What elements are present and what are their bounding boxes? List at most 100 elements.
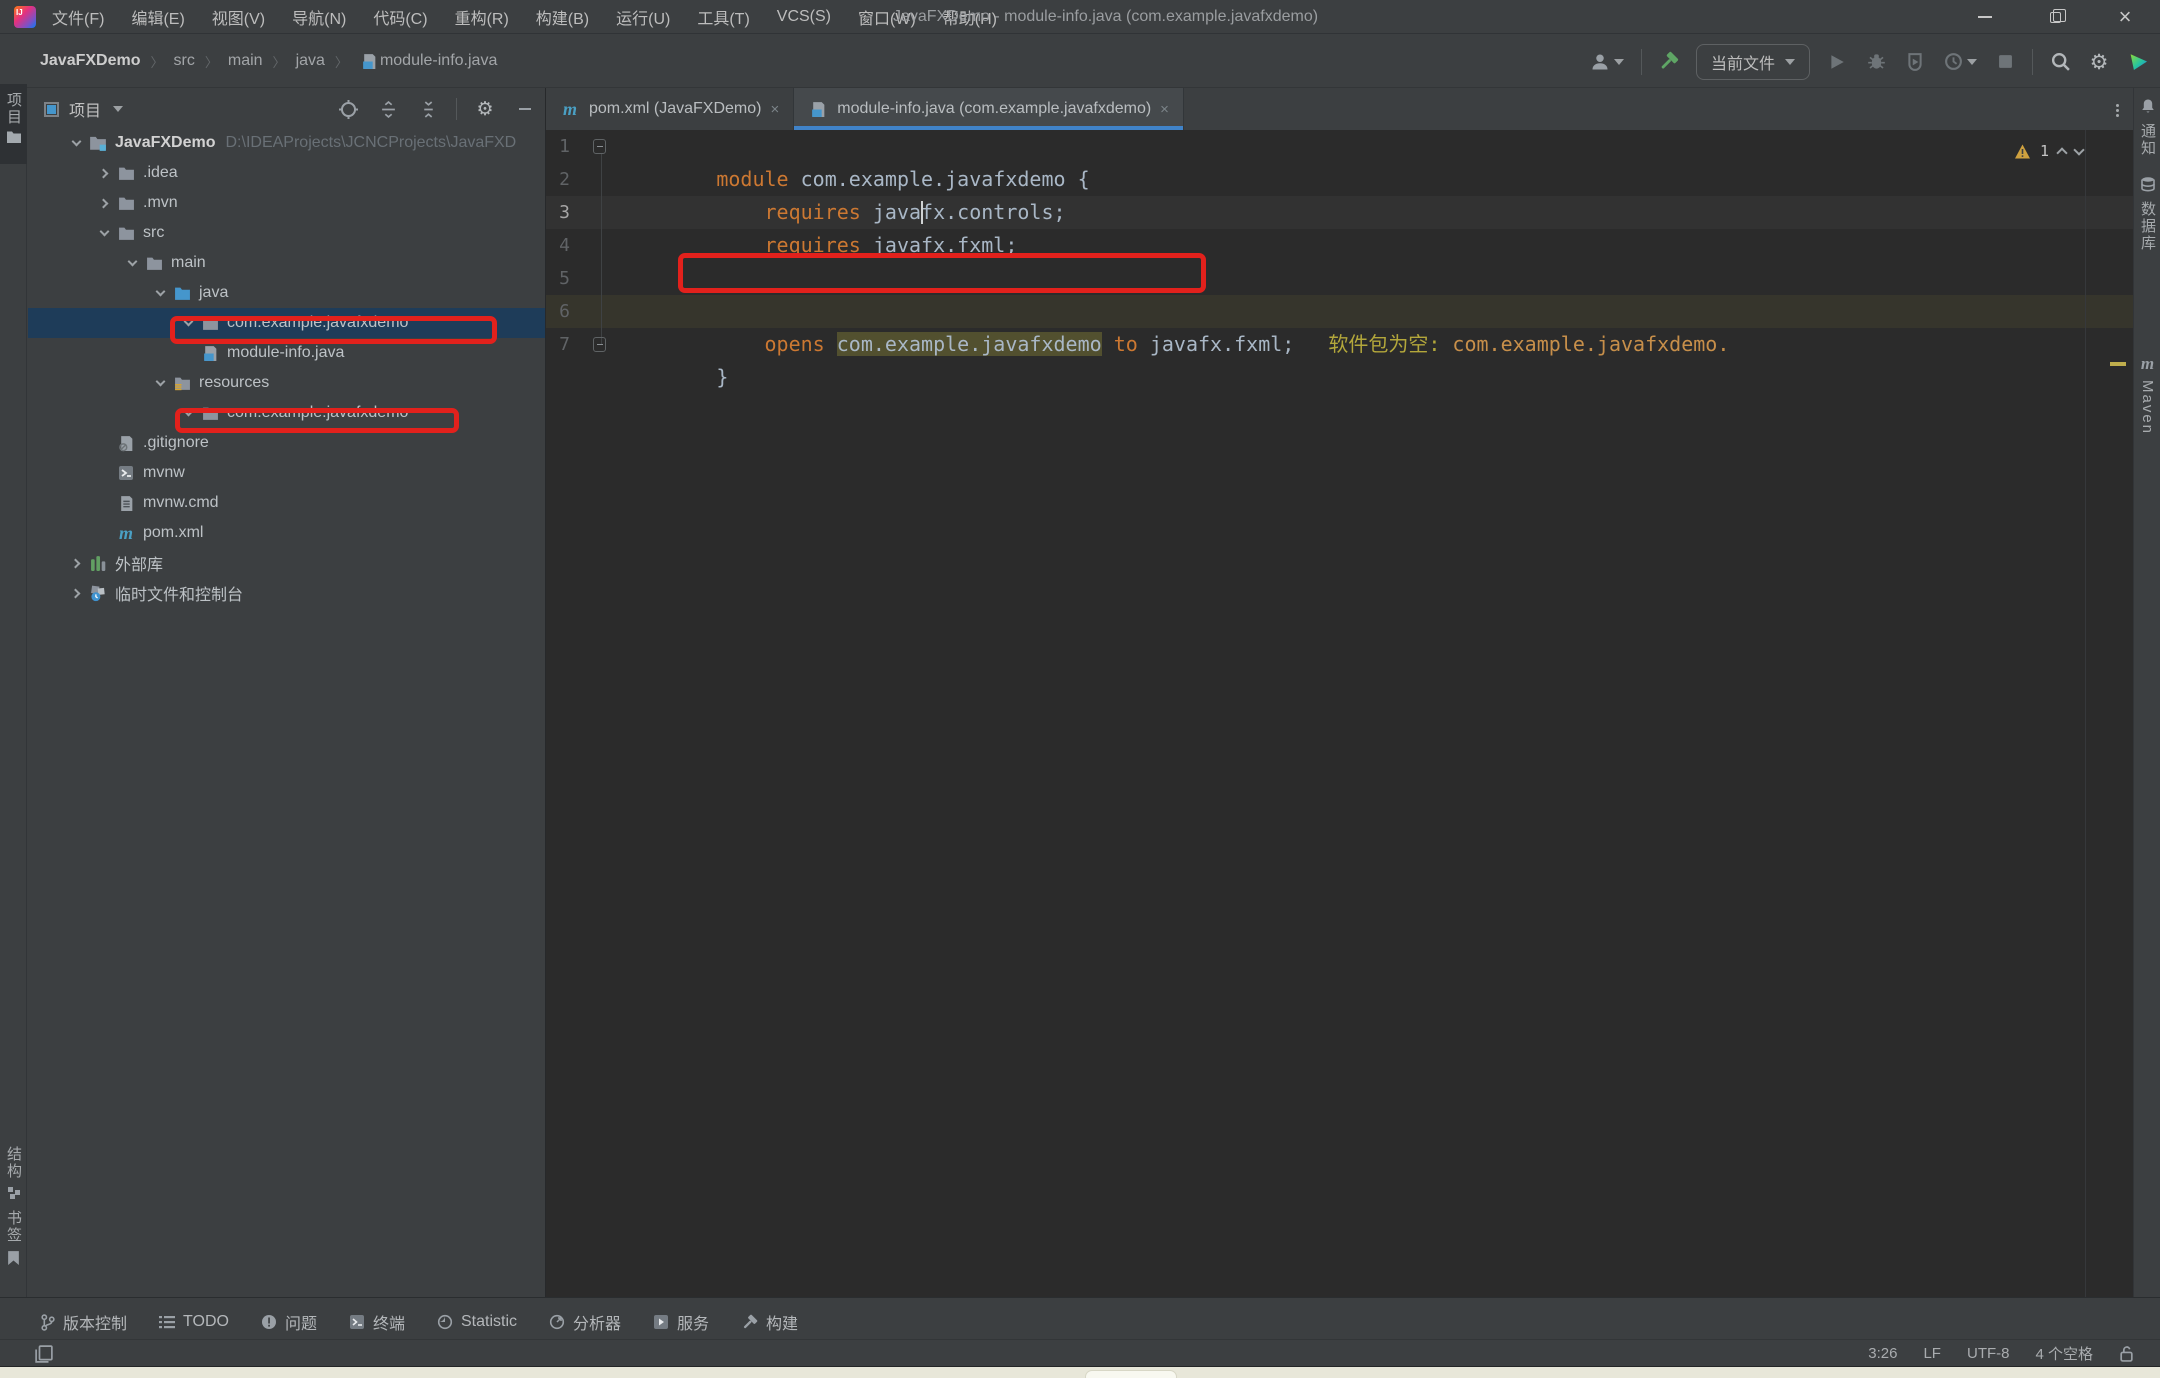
build-bottom-button[interactable]: 构建 — [741, 1310, 798, 1334]
run-configuration-select[interactable]: 当前文件 — [1696, 44, 1810, 80]
tool-window-layout-icon[interactable] — [32, 1342, 56, 1366]
tool-stripe-project-button[interactable]: 项目 — [0, 84, 27, 164]
tree-item-scratches[interactable]: 临时文件和控制台 — [28, 578, 545, 608]
chevron-expanded-icon[interactable] — [155, 287, 165, 297]
menu-refactor[interactable]: 重构(R) — [455, 5, 509, 29]
chevron-collapsed-icon[interactable] — [98, 198, 108, 208]
chevron-down-icon[interactable] — [113, 106, 123, 112]
chevron-collapsed-icon[interactable] — [70, 558, 80, 568]
tree-item-mvn[interactable]: .mvn — [28, 188, 545, 218]
tree-item-mvnw-cmd[interactable]: mvnw.cmd — [28, 488, 545, 518]
java-file-icon — [808, 99, 828, 119]
services-button[interactable]: 服务 — [653, 1310, 709, 1334]
tool-stripe-structure-button[interactable]: 结构 — [0, 1146, 27, 1200]
terminal-button[interactable]: 终端 — [349, 1310, 405, 1334]
next-problem-icon[interactable] — [2073, 144, 2084, 155]
chevron-collapsed-icon[interactable] — [98, 168, 108, 178]
close-tab-icon[interactable]: × — [1160, 101, 1169, 118]
user-profile-button[interactable] — [1588, 50, 1626, 74]
project-panel-title[interactable]: 项目 — [69, 97, 101, 121]
statistic-button[interactable]: Statistic — [437, 1313, 517, 1331]
version-control-button[interactable]: 版本控制 — [40, 1310, 127, 1334]
tree-item-java[interactable]: java — [28, 278, 545, 308]
indent-setting[interactable]: 4 个空格 — [2035, 1343, 2093, 1364]
menu-build[interactable]: 构建(B) — [536, 5, 589, 29]
hide-panel-button[interactable] — [513, 97, 537, 121]
git-branch-icon — [40, 1314, 55, 1331]
project-view-icon — [44, 102, 59, 117]
build-hammer-button[interactable] — [1657, 50, 1681, 74]
tab-pom-xml[interactable]: m pom.xml (JavaFXDemo) × — [546, 88, 794, 130]
chevron-expanded-icon[interactable] — [127, 257, 137, 267]
code-line-1: 1module com.example.javafxdemo { — [546, 130, 2133, 163]
chevron-collapsed-icon[interactable] — [70, 588, 80, 598]
restore-button[interactable] — [2020, 0, 2090, 34]
folder-icon — [116, 163, 136, 183]
code-line-3: 3 requires javafx.fxml; — [546, 196, 2133, 229]
debug-button[interactable] — [1864, 50, 1888, 74]
code-line-6: 6 opens com.example.javafxdemo to javafx… — [546, 295, 2133, 328]
lock-open-icon[interactable] — [2119, 1345, 2134, 1362]
collapse-all-button[interactable] — [416, 97, 440, 121]
menu-vcs[interactable]: VCS(S) — [777, 8, 831, 26]
text-cursor — [921, 201, 923, 224]
minimize-button[interactable] — [1950, 0, 2020, 34]
tab-module-info[interactable]: module-info.java (com.example.javafxdemo… — [794, 88, 1184, 130]
breadcrumb-file[interactable]: module-info.java — [380, 52, 497, 70]
search-everywhere-button[interactable] — [2048, 50, 2072, 74]
menu-navigate[interactable]: 导航(N) — [292, 5, 346, 29]
breadcrumb-project[interactable]: JavaFXDemo — [40, 52, 141, 70]
stop-button[interactable] — [1993, 50, 2017, 74]
profiler-button[interactable] — [1942, 50, 1978, 74]
menu-file[interactable]: 文件(F) — [52, 5, 104, 29]
breadcrumb-java[interactable]: java — [296, 52, 325, 70]
menu-view[interactable]: 视图(V) — [212, 5, 265, 29]
tool-stripe-maven-button[interactable]: m Maven — [2134, 354, 2160, 435]
expand-all-button[interactable] — [376, 97, 400, 121]
error-stripe-warning-mark[interactable] — [2110, 362, 2126, 366]
bottom-bar: 版本控制 TODO 问题 终端 Statistic 分析器 — [0, 1297, 2160, 1366]
line-ending[interactable]: LF — [1923, 1345, 1941, 1362]
caret-position[interactable]: 3:26 — [1868, 1345, 1897, 1362]
tree-item-resources[interactable]: resources — [28, 368, 545, 398]
tree-item-main[interactable]: main — [28, 248, 545, 278]
chevron-expanded-icon[interactable] — [99, 227, 109, 237]
tree-item-idea[interactable]: .idea — [28, 158, 545, 188]
warning-icon — [2014, 144, 2031, 159]
project-tool-window: 项目 ⚙ JavaFXDem — [28, 88, 546, 1297]
tree-item-src[interactable]: src — [28, 218, 545, 248]
menu-code[interactable]: 代码(C) — [373, 5, 427, 29]
menu-run[interactable]: 运行(U) — [616, 5, 670, 29]
tool-stripe-bookmarks-button[interactable]: 书签 — [0, 1210, 27, 1265]
tree-item-pom[interactable]: m pom.xml — [28, 518, 545, 548]
chevron-expanded-icon[interactable] — [71, 137, 81, 147]
close-tab-icon[interactable]: × — [770, 101, 779, 118]
tree-item-external-libraries[interactable]: 外部库 — [28, 548, 545, 578]
menu-tools[interactable]: 工具(T) — [697, 5, 749, 29]
todo-button[interactable]: TODO — [159, 1313, 229, 1331]
profiler-bottom-button[interactable]: 分析器 — [549, 1310, 621, 1334]
chevron-expanded-icon[interactable] — [155, 377, 165, 387]
panel-options-gear-button[interactable]: ⚙ — [473, 97, 497, 121]
tab-options-icon[interactable] — [2116, 104, 2119, 107]
tool-stripe-database-button[interactable]: 数据库 — [2134, 176, 2160, 252]
menu-edit[interactable]: 编辑(E) — [131, 5, 184, 29]
select-opened-file-button[interactable] — [336, 97, 360, 121]
run-with-coverage-button[interactable] — [1903, 50, 1927, 74]
script-file-icon — [116, 463, 136, 483]
inspection-widget[interactable]: 1 — [2014, 142, 2083, 160]
toolbox-logo-icon[interactable] — [2126, 50, 2150, 74]
run-button[interactable] — [1825, 50, 1849, 74]
code-editor[interactable]: 1module com.example.javafxdemo { 2 requi… — [546, 130, 2133, 1297]
problems-button[interactable]: 问题 — [261, 1310, 317, 1334]
settings-gear-button[interactable]: ⚙ — [2087, 50, 2111, 74]
file-encoding[interactable]: UTF-8 — [1967, 1345, 2010, 1362]
tool-stripe-notifications-button[interactable]: 通知 — [2134, 98, 2160, 157]
breadcrumb-main[interactable]: main — [228, 52, 263, 70]
close-button[interactable]: × — [2090, 0, 2160, 34]
tree-item-project-root[interactable]: JavaFXDemo D:\IDEAProjects\JCNCProjects\… — [28, 128, 545, 158]
previous-problem-icon[interactable] — [2056, 147, 2067, 158]
tree-item-mvnw[interactable]: mvnw — [28, 458, 545, 488]
java-file-icon — [200, 343, 220, 363]
breadcrumb-src[interactable]: src — [174, 52, 195, 70]
